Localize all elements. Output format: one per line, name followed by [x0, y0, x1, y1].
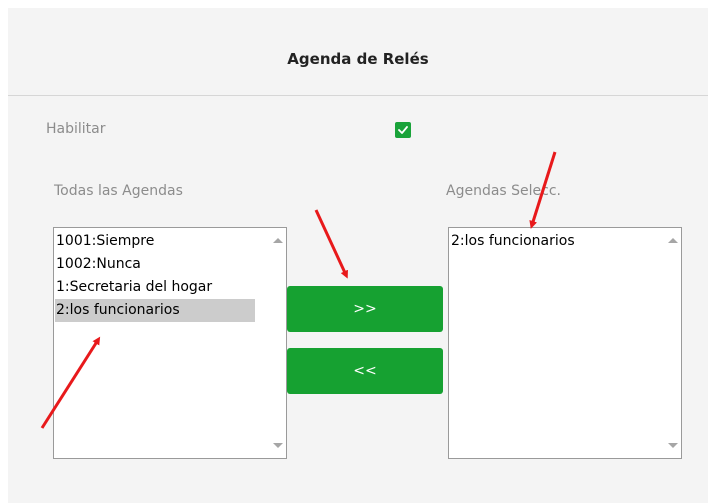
all-schedules-scrollbar[interactable] [268, 228, 286, 458]
list-item[interactable]: 2:los funcionarios [450, 230, 650, 253]
add-schedule-button[interactable]: >> [287, 286, 443, 332]
scroll-up-icon[interactable] [668, 238, 678, 243]
selected-schedules-items: 2:los funcionarios [449, 228, 650, 253]
all-schedules-list[interactable]: 1001:Siempre 1002:Nunca 1:Secretaria del h… [53, 227, 287, 459]
enable-checkbox[interactable] [395, 122, 411, 138]
page-title: Agenda de Relés [287, 50, 429, 68]
enable-label: Habilitar [46, 121, 106, 137]
scroll-down-icon[interactable] [273, 443, 283, 448]
remove-schedule-button[interactable]: << [287, 348, 443, 394]
all-schedules-items: 1001:Siempre 1002:Nunca 1:Secretaria del h… [54, 228, 255, 322]
selected-schedules-label: Agendas Selecc. [446, 183, 562, 199]
relay-schedule-panel: Agenda de Relés Habilitar Todas las Agen… [8, 8, 708, 503]
list-item[interactable]: 1002:Nunca [55, 253, 255, 276]
check-icon [398, 126, 408, 134]
all-schedules-label: Todas las Agendas [54, 183, 183, 199]
scroll-up-icon[interactable] [273, 238, 283, 243]
selected-schedules-scrollbar[interactable] [663, 228, 681, 458]
list-item[interactable]: 2:los funcionarios [55, 299, 255, 322]
scroll-down-icon[interactable] [668, 443, 678, 448]
list-item[interactable]: 1001:Siempre [55, 230, 255, 253]
panel-header: Agenda de Relés [8, 8, 708, 96]
selected-schedules-list[interactable]: 2:los funcionarios [448, 227, 682, 459]
list-item[interactable]: 1:Secretaria del hogar [55, 276, 255, 299]
